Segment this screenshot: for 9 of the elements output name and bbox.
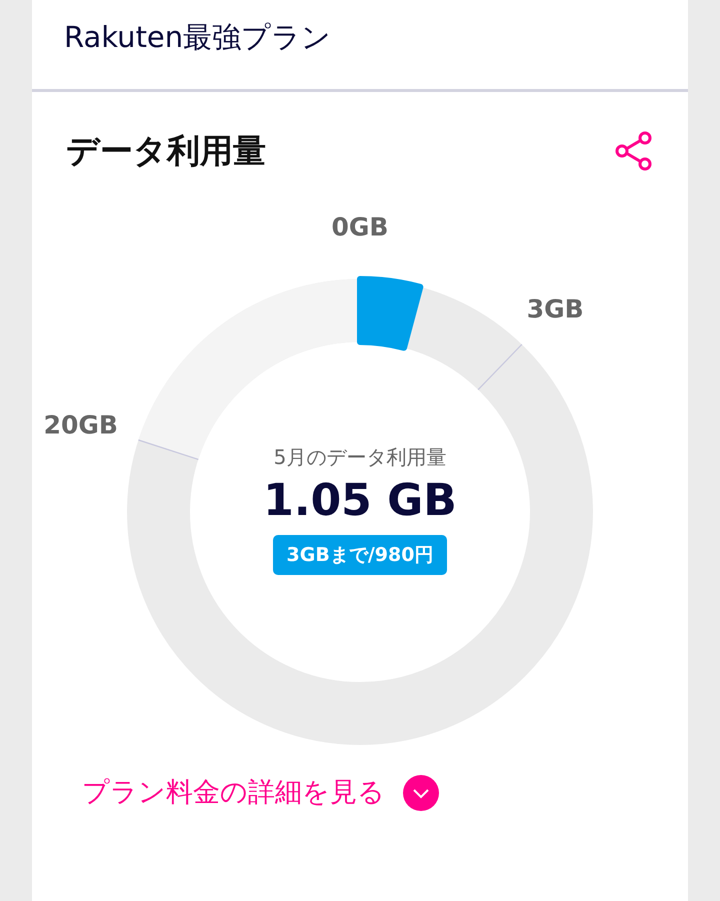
usage-amount: 1.05 GB — [263, 474, 457, 528]
gauge-tick-label: 0GB — [332, 210, 388, 243]
usage-caption: 5月のデータ利用量 — [274, 444, 446, 470]
gauge-tick-label: 20GB — [44, 408, 118, 441]
price-tier-badge: 3GBまで/980円 — [272, 534, 448, 576]
details-link[interactable]: プラン料金の詳細を見る — [82, 772, 385, 813]
section-title: データ利用量 — [66, 130, 266, 172]
gauge-tick-label: 3GB — [526, 294, 584, 326]
plan-name: Rakuten最強プラン — [64, 20, 332, 54]
